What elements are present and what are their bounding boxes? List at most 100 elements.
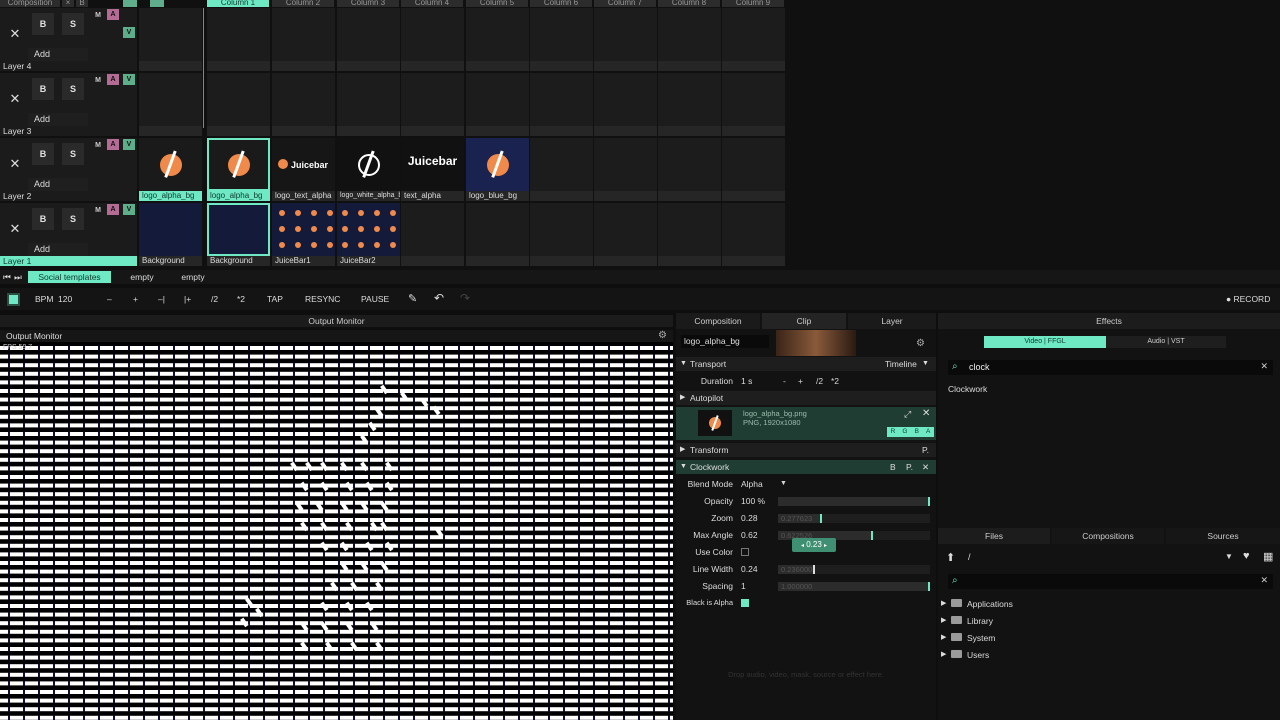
clip-slot[interactable] xyxy=(466,8,529,61)
resync-button[interactable]: RESYNC xyxy=(305,294,340,304)
metronome-icon[interactable] xyxy=(7,293,20,306)
clip-slot[interactable] xyxy=(207,73,270,126)
bpm-value[interactable]: 120 xyxy=(58,294,72,304)
clip-thumbnail[interactable]: Juicebar xyxy=(401,138,464,191)
half-button[interactable]: /2 xyxy=(211,294,218,304)
slider-handle[interactable] xyxy=(820,514,822,523)
duration-half-button[interactable]: /2 xyxy=(816,374,823,388)
add-button[interactable]: Add xyxy=(28,178,88,191)
chevron-right-icon[interactable]: ▶ xyxy=(941,596,946,612)
clip-slot[interactable] xyxy=(722,138,785,191)
grid-view-icon[interactable]: ▦ xyxy=(1263,550,1273,563)
clockwork-section[interactable]: ▼ Clockwork B P. ✕ xyxy=(676,460,936,474)
files-search-field[interactable]: ⌕ ✕ xyxy=(948,574,1273,589)
chevron-right-icon[interactable]: ▶ xyxy=(941,647,946,663)
column-header-6[interactable]: Column 6 xyxy=(530,0,592,7)
clip-thumbnail[interactable] xyxy=(139,203,202,256)
column-header-3[interactable]: Column 3 xyxy=(337,0,399,7)
close-icon[interactable]: ✕ xyxy=(922,408,930,419)
mute-button[interactable]: M xyxy=(92,140,104,151)
video-button[interactable]: V xyxy=(123,139,135,150)
nudge-plus-button[interactable]: |+ xyxy=(184,294,191,304)
redo-icon[interactable]: ↷ xyxy=(460,291,470,305)
solo-button[interactable]: S xyxy=(62,13,84,35)
clip-thumbnail[interactable] xyxy=(337,203,400,256)
bypass-button[interactable]: B xyxy=(32,143,54,165)
clip-slot[interactable] xyxy=(401,73,464,126)
tab-composition[interactable]: Composition xyxy=(676,313,760,329)
clip-thumbnail-selected[interactable] xyxy=(207,203,270,256)
duration-double-button[interactable]: *2 xyxy=(831,374,839,388)
folder-item[interactable]: ▶ System xyxy=(938,630,1280,646)
clip-slot[interactable] xyxy=(272,8,335,61)
folder-item[interactable]: ▶ Applications xyxy=(938,596,1280,612)
clip-slot[interactable] xyxy=(722,203,785,256)
clip-slot[interactable] xyxy=(722,73,785,126)
solo-button[interactable]: S xyxy=(62,78,84,100)
clip-slot[interactable] xyxy=(530,73,593,126)
audio-button[interactable]: A xyxy=(107,204,119,215)
folder-item[interactable]: ▶ Users xyxy=(938,647,1280,663)
double-button[interactable]: *2 xyxy=(237,294,245,304)
clip-thumbnail[interactable] xyxy=(272,203,335,256)
drop-zone-hint[interactable]: Drop audio, video, mask, source or effec… xyxy=(676,670,936,679)
bypass-button[interactable]: B xyxy=(32,78,54,100)
heart-icon[interactable]: ♥ xyxy=(1243,550,1250,562)
param-value[interactable]: 100 % xyxy=(741,494,765,508)
clip-thumbnail[interactable] xyxy=(466,138,529,191)
transform-preset-button[interactable]: P. xyxy=(922,443,929,457)
param-value[interactable]: 0.24 xyxy=(741,562,758,576)
tab-video-ffgl[interactable]: Video | FFGL xyxy=(984,336,1106,348)
undo-icon[interactable]: ↶ xyxy=(434,291,444,305)
effects-search-field[interactable]: ⌕ clock ✕ xyxy=(948,360,1273,375)
clip-slot[interactable] xyxy=(207,8,270,61)
mute-button[interactable]: M xyxy=(92,205,104,216)
param-value[interactable]: 0.28 xyxy=(741,511,758,525)
chevron-right-icon[interactable]: ▶ xyxy=(941,613,946,629)
composition-close-button[interactable]: × xyxy=(62,0,74,7)
clip-slot[interactable] xyxy=(594,203,657,256)
bpm-plus-button[interactable]: + xyxy=(133,294,138,304)
add-button[interactable]: Add xyxy=(28,48,88,61)
dropdown-icon[interactable]: ▼ xyxy=(1225,552,1233,561)
composition-v-button[interactable] xyxy=(150,0,164,7)
add-button[interactable]: Add xyxy=(28,113,88,126)
deck-next-icon[interactable]: ⏭ xyxy=(13,271,23,283)
channel-b-button[interactable]: B xyxy=(915,427,919,437)
clip-slot[interactable] xyxy=(658,73,721,126)
slider-handle[interactable] xyxy=(813,565,815,574)
composition-header[interactable]: Composition xyxy=(0,0,60,7)
clip-slot[interactable] xyxy=(658,203,721,256)
search-input[interactable]: clock xyxy=(969,362,990,372)
clip-slot[interactable] xyxy=(658,8,721,61)
video-button[interactable]: V xyxy=(123,204,135,215)
column-header-8[interactable]: Column 8 xyxy=(658,0,720,7)
deck-previous-icon[interactable]: ⏮ xyxy=(2,271,12,283)
clip-slot[interactable] xyxy=(594,8,657,61)
clip-thumbnail[interactable] xyxy=(139,138,202,191)
clip-thumbnail-selected[interactable] xyxy=(207,138,270,191)
record-button[interactable]: ● RECORD xyxy=(1226,294,1270,304)
video-button[interactable]: V xyxy=(123,27,135,38)
chevron-right-icon[interactable]: ▶ xyxy=(941,630,946,646)
nudge-minus-button[interactable]: –| xyxy=(158,294,165,304)
output-monitor-view[interactable]: FPS 59.7 xyxy=(0,342,673,720)
layer-name[interactable]: Layer 2 xyxy=(0,191,137,201)
duration-value[interactable]: 1 s xyxy=(741,374,752,388)
mute-button[interactable]: M xyxy=(92,10,104,21)
close-icon[interactable]: ✕ xyxy=(7,221,23,237)
line-width-slider[interactable]: 0.236000 xyxy=(778,565,930,574)
solo-button[interactable]: S xyxy=(62,143,84,165)
add-button[interactable]: Add xyxy=(28,243,88,256)
clip-slot[interactable] xyxy=(466,73,529,126)
solo-button[interactable]: S xyxy=(62,208,84,230)
slider-handle[interactable] xyxy=(928,497,930,506)
effect-bypass-button[interactable]: B xyxy=(890,460,896,474)
clip-thumbnail[interactable]: Juicebar xyxy=(272,138,335,191)
clip-slot[interactable] xyxy=(658,138,721,191)
clip-slot[interactable] xyxy=(466,203,529,256)
slider-handle[interactable] xyxy=(871,531,873,540)
param-value[interactable]: 1 xyxy=(741,579,746,593)
tap-button[interactable]: TAP xyxy=(267,294,283,304)
autopilot-section[interactable]: ▶ Autopilot xyxy=(676,391,936,405)
